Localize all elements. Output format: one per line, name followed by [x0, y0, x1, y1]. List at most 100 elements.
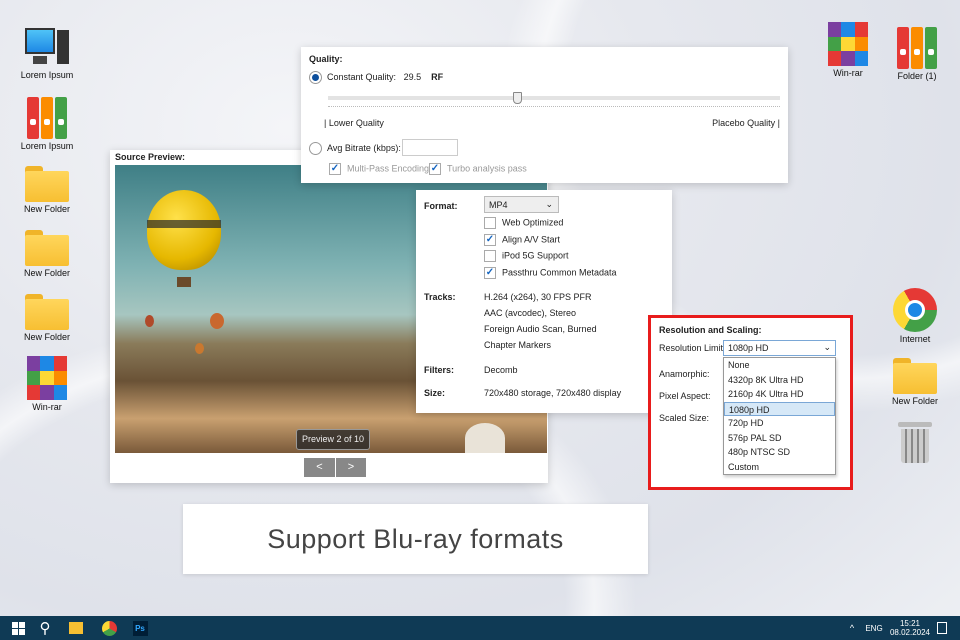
winrar-icon	[828, 22, 868, 66]
preview-title: Source Preview:	[115, 152, 186, 162]
next-preview-button[interactable]: >	[336, 458, 366, 477]
icon-label: Lorem Ipsum	[20, 70, 74, 80]
summary-panel: Format: MP4 ⌄ Web Optimized ✓ Align A/V St…	[416, 190, 672, 413]
constant-quality-option[interactable]: Constant Quality: 29.5 RF	[309, 71, 443, 84]
option-web-optimized[interactable]: Web Optimized	[484, 217, 563, 229]
slider-thumb[interactable]	[513, 92, 522, 104]
selected-value: 1080p HD	[728, 343, 769, 353]
resolution-panel: Resolution and Scaling: Resolution Limit…	[648, 315, 853, 490]
track-item: H.264 (x264), 30 FPS PFR	[484, 292, 592, 302]
resolution-dropdown-list: None 4320p 8K Ultra HD 2160p 4K Ultra HD…	[723, 357, 836, 475]
checkbox[interactable]	[484, 250, 496, 262]
desktop-icon-new-folder[interactable]: New Folder	[880, 358, 950, 406]
folder-icon	[25, 294, 69, 330]
photoshop-icon[interactable]: Ps	[131, 619, 149, 637]
checkbox[interactable]	[484, 217, 496, 229]
previous-preview-button[interactable]: <	[304, 458, 335, 477]
file-explorer-icon[interactable]	[66, 619, 86, 637]
clock[interactable]: 15:21 08.02.2024	[888, 619, 932, 637]
desktop-icon-winrar[interactable]: Win-rar	[813, 22, 883, 78]
track-item: AAC (avcodec), Stereo	[484, 308, 577, 318]
desktop-icon-new-folder[interactable]: New Folder	[12, 230, 82, 278]
format-dropdown[interactable]: MP4 ⌄	[484, 196, 559, 213]
chevron-up-icon[interactable]: ^	[846, 619, 858, 637]
quality-slider[interactable]	[328, 96, 780, 100]
dropdown-option[interactable]: 720p HD	[724, 416, 835, 431]
constant-quality-radio[interactable]	[309, 71, 322, 84]
resolution-title: Resolution and Scaling:	[659, 325, 762, 335]
filters-value: Decomb	[484, 365, 518, 375]
binders-icon	[27, 97, 67, 139]
desktop-icon-computer[interactable]: Lorem Ipsum	[12, 28, 82, 80]
desktop-icon-binders[interactable]: Lorem Ipsum	[12, 97, 82, 151]
dropdown-option[interactable]: None	[724, 358, 835, 373]
dropdown-option[interactable]: 576p PAL SD	[724, 431, 835, 446]
dropdown-option[interactable]: 4320p 8K Ultra HD	[724, 373, 835, 388]
label: iPod 5G Support	[502, 250, 569, 261]
checkbox-checked[interactable]: ✓	[329, 163, 341, 175]
chevron-down-icon: ⌄	[545, 199, 553, 209]
quality-unit: RF	[431, 71, 444, 82]
preview-counter: Preview 2 of 10	[296, 429, 370, 450]
slider-ticks	[328, 106, 780, 108]
label: Align A/V Start	[502, 234, 561, 245]
track-item: Chapter Markers	[484, 340, 552, 350]
chevron-down-icon: ⌄	[823, 342, 831, 352]
windows-start-icon[interactable]	[8, 619, 28, 637]
lower-quality-label: | Lower Quality	[324, 118, 384, 128]
computer-icon	[25, 28, 69, 68]
dropdown-option[interactable]: Custom	[724, 460, 835, 475]
checkbox-checked[interactable]: ✓	[484, 234, 496, 246]
icon-label: Internet	[899, 334, 931, 344]
turbo-option[interactable]: ✓ Turbo analysis pass	[429, 163, 527, 175]
option-ipod[interactable]: iPod 5G Support	[484, 250, 569, 262]
anamorphic-label: Anamorphic:	[659, 369, 710, 379]
desktop-icon-folder-1[interactable]: Folder (1)	[882, 27, 952, 81]
size-value: 720x480 storage, 720x480 display	[484, 388, 622, 398]
avg-bitrate-option[interactable]: Avg Bitrate (kbps):	[309, 142, 401, 155]
dropdown-option[interactable]: 480p NTSC SD	[724, 445, 835, 460]
placebo-quality-label: Placebo Quality |	[712, 118, 780, 128]
desktop-icon-new-folder[interactable]: New Folder	[12, 294, 82, 342]
checkbox-checked[interactable]: ✓	[429, 163, 441, 175]
track-item: Foreign Audio Scan, Burned	[484, 324, 597, 334]
avg-bitrate-radio[interactable]	[309, 142, 322, 155]
language-indicator[interactable]: ENG	[862, 619, 886, 637]
label: Multi-Pass Encoding	[347, 163, 430, 174]
dropdown-option-selected[interactable]: 1080p HD	[724, 401, 835, 416]
desktop-icon-winrar[interactable]: Win-rar	[12, 356, 82, 412]
search-icon[interactable]: ⚲	[35, 619, 55, 637]
dropdown-option[interactable]: 2160p 4K Ultra HD	[724, 387, 835, 402]
trash-icon	[898, 420, 932, 464]
icon-label: Win-rar	[833, 68, 863, 78]
size-label: Size:	[424, 388, 446, 398]
avg-bitrate-input[interactable]	[402, 139, 458, 156]
option-align-av[interactable]: ✓ Align A/V Start	[484, 234, 560, 246]
notifications-icon[interactable]	[935, 619, 949, 637]
icon-label: Folder (1)	[897, 71, 937, 81]
icon-label: Win-rar	[32, 402, 62, 412]
icon-label: New Folder	[23, 268, 70, 278]
tracks-label: Tracks:	[424, 292, 456, 302]
multipass-option[interactable]: ✓ Multi-Pass Encoding	[329, 163, 429, 175]
icon-label: Lorem Ipsum	[20, 141, 74, 151]
chrome-icon[interactable]	[99, 619, 119, 637]
label: Avg Bitrate (kbps):	[327, 142, 401, 153]
checkbox-checked[interactable]: ✓	[484, 267, 496, 279]
time: 15:21	[899, 619, 921, 628]
binders-icon	[897, 27, 937, 69]
pixel-aspect-label: Pixel Aspect:	[659, 391, 711, 401]
scaled-size-label: Scaled Size:	[659, 413, 710, 423]
label: Web Optimized	[502, 217, 564, 228]
winrar-icon	[27, 356, 67, 400]
folder-icon	[25, 230, 69, 266]
recycle-bin[interactable]	[880, 420, 950, 464]
filters-label: Filters:	[424, 365, 455, 375]
desktop-icon-new-folder[interactable]: New Folder	[12, 166, 82, 214]
resolution-limit-dropdown[interactable]: 1080p HD ⌄	[723, 340, 836, 356]
feature-banner: Support Blu-ray formats	[183, 504, 648, 574]
desktop-icon-internet[interactable]: Internet	[880, 288, 950, 344]
quality-title: Quality:	[309, 54, 343, 64]
option-passthru[interactable]: ✓ Passthru Common Metadata	[484, 267, 617, 279]
icon-label: New Folder	[891, 396, 938, 406]
